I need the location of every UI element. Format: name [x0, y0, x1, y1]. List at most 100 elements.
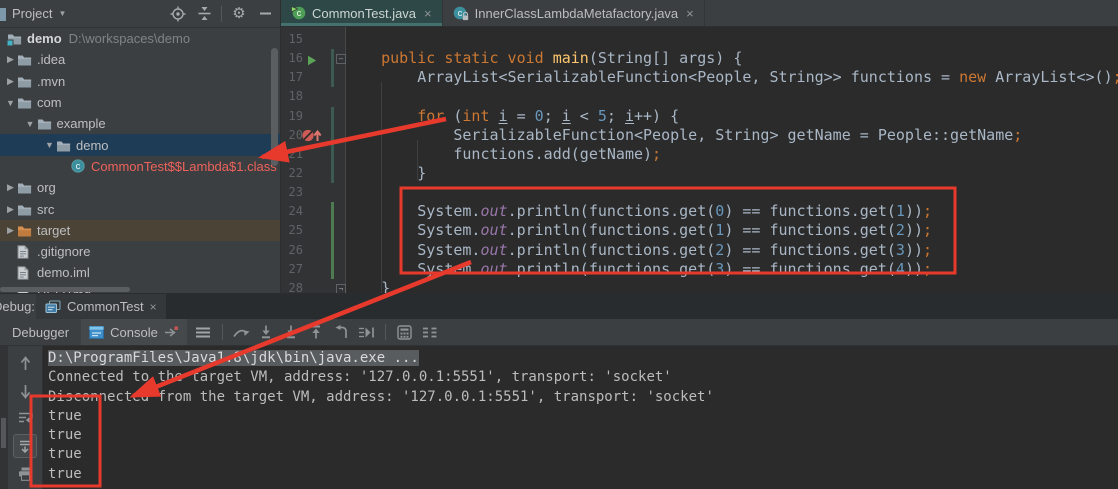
line-number: 17 — [281, 68, 303, 87]
change-marker — [331, 107, 334, 126]
close-icon[interactable]: × — [686, 6, 694, 21]
debug-tab-console[interactable]: Console — [81, 319, 187, 345]
locate-button[interactable] — [169, 5, 187, 23]
chevron-expanded-icon[interactable]: ▼ — [4, 98, 17, 108]
tool-window-button-edge[interactable] — [1, 418, 6, 448]
chevron-collapsed-icon[interactable]: ▶ — [4, 54, 17, 65]
tree-item-gitignore[interactable]: .gitignore — [0, 241, 280, 262]
line-number: 15 — [281, 30, 303, 49]
arrow-up-button[interactable] — [13, 354, 37, 372]
tab-label: CommonTest.java — [312, 6, 416, 21]
step-into-button[interactable] — [254, 320, 279, 344]
collapse-all-button[interactable] — [195, 5, 213, 23]
code-text: SerializableFunction<People, String> get… — [345, 126, 1022, 145]
debug-tab-debugger[interactable]: Debugger — [0, 319, 81, 345]
force-step-into-button[interactable] — [279, 320, 304, 344]
printer-icon — [18, 467, 33, 481]
code-line-23: 23 — [281, 183, 1118, 202]
line-number: 18 — [281, 87, 303, 106]
debug-tab-label: Console — [110, 325, 158, 340]
tree-item-mvn[interactable]: ▶.mvn — [0, 71, 280, 92]
tree-item-demo[interactable]: demo D:\workspaces\demo — [0, 28, 280, 49]
tree-item-path: D:\workspaces\demo — [69, 31, 190, 46]
close-icon[interactable]: × — [150, 300, 157, 314]
debug-panel: Debug: CommonTest × Debugger Console D:\P… — [0, 293, 1118, 489]
tree-item-label: demo — [27, 31, 62, 46]
toolbar-separator — [222, 324, 223, 340]
chevron-expanded-icon[interactable]: ▼ — [43, 140, 56, 150]
chevron-expanded-icon[interactable]: ▼ — [24, 119, 37, 129]
layout-settings-button[interactable] — [417, 320, 442, 344]
toolbar-separator — [385, 324, 386, 340]
arrow-down-button[interactable] — [13, 382, 37, 400]
code-text: ArrayList<SerializableFunction<People, S… — [345, 68, 1118, 87]
tab-commontest-java[interactable]: c CommonTest.java × — [281, 0, 443, 26]
tree-item-example[interactable]: ▼example — [0, 113, 280, 134]
code-line-27: 27 System.out.println(functions.get(3) =… — [281, 260, 1118, 279]
chevron-collapsed-icon[interactable]: ▶ — [4, 182, 17, 193]
scroll-to-end-button[interactable] — [13, 434, 37, 458]
tree-item-label: .idea — [37, 52, 65, 67]
code-text: public static void main(String[] args) { — [345, 49, 742, 68]
line-number: 21 — [281, 145, 303, 164]
project-horizontal-scrollbar[interactable] — [0, 287, 130, 292]
svg-text:c: c — [457, 8, 462, 19]
chevron-collapsed-icon[interactable]: ▶ — [4, 76, 17, 87]
change-marker — [331, 145, 334, 164]
run-to-cursor-icon — [358, 326, 375, 339]
code-lines: 1516– public static void main(String[] a… — [281, 30, 1118, 293]
run-to-cursor-button[interactable] — [354, 320, 379, 344]
hide-button[interactable] — [256, 5, 274, 23]
settings-button[interactable]: ⚙ — [230, 5, 248, 23]
tree-item-src[interactable]: ▶src — [0, 198, 280, 219]
jump-to-end-icon — [164, 326, 179, 338]
step-out-button[interactable] — [304, 320, 329, 344]
tree-item-demo[interactable]: ▼ demo — [0, 134, 280, 155]
change-marker — [331, 260, 334, 279]
chevron-collapsed-icon[interactable]: ▶ — [4, 225, 17, 236]
console-line-text: Connected to the target VM, address: '12… — [48, 369, 672, 385]
tree-item-demo-iml[interactable]: demo.iml — [0, 262, 280, 283]
chevron-collapsed-icon[interactable]: ▶ — [4, 204, 17, 215]
line-number: 23 — [281, 183, 303, 202]
console-line-text: true — [48, 427, 82, 443]
tab-innerclasslambdametafactory-java[interactable]: cInnerClassLambdaMetafactory.java× — [443, 0, 705, 26]
debug-tab-label: Debugger — [12, 325, 69, 340]
hide-icon — [259, 7, 272, 20]
line-number: 27 — [281, 260, 303, 279]
change-marker — [331, 202, 334, 221]
soft-wrap-button[interactable] — [13, 408, 37, 426]
console-output[interactable]: D:\ProgramFiles\Java1.8\jdk\bin\java.exe… — [42, 349, 1118, 484]
run-config-tab[interactable]: CommonTest × — [36, 294, 166, 319]
project-vertical-scrollbar[interactable] — [271, 48, 278, 166]
project-panel-title[interactable]: Project — [12, 6, 52, 21]
tree-item-target[interactable]: ▶target — [0, 220, 280, 241]
reset-frame-button[interactable] — [329, 320, 354, 344]
tree-item-idea[interactable]: ▶ .idea — [0, 49, 280, 70]
printer-button[interactable] — [13, 465, 37, 483]
code-text: } — [345, 279, 390, 293]
console-line: true — [48, 465, 1118, 484]
editor-body[interactable]: 1516– public static void main(String[] a… — [281, 27, 1118, 293]
step-over-button[interactable] — [229, 320, 254, 344]
line-number: 26 — [281, 241, 303, 260]
close-icon[interactable]: × — [424, 6, 432, 21]
class-icon: c — [71, 159, 89, 173]
svg-text:c: c — [297, 8, 302, 19]
console-side-toolbar — [8, 346, 43, 489]
arrow-down-icon — [19, 384, 32, 399]
evaluate-expression-button[interactable] — [392, 320, 417, 344]
tree-item-com[interactable]: ▼com — [0, 92, 280, 113]
ide-window: Project ▼ ⚙ demo D:\workspaces\demo ▶ .idea… — [0, 0, 1118, 489]
change-marker — [331, 164, 334, 183]
menu-button[interactable] — [191, 320, 216, 344]
line-number: 20 — [281, 126, 303, 145]
code-text: for (int i = 0; i < 5; i++) { — [345, 107, 679, 126]
tree-item-label: demo — [76, 138, 109, 153]
line-number: 28 — [281, 279, 303, 293]
tree-item-commontest-lambda-1-class[interactable]: cCommonTest$$Lambda$1.class — [0, 156, 280, 177]
force-step-into-icon — [285, 325, 297, 339]
tree-item-org[interactable]: ▶org — [0, 177, 280, 198]
debug-label: Debug: — [0, 294, 35, 319]
folder-icon — [56, 139, 74, 152]
